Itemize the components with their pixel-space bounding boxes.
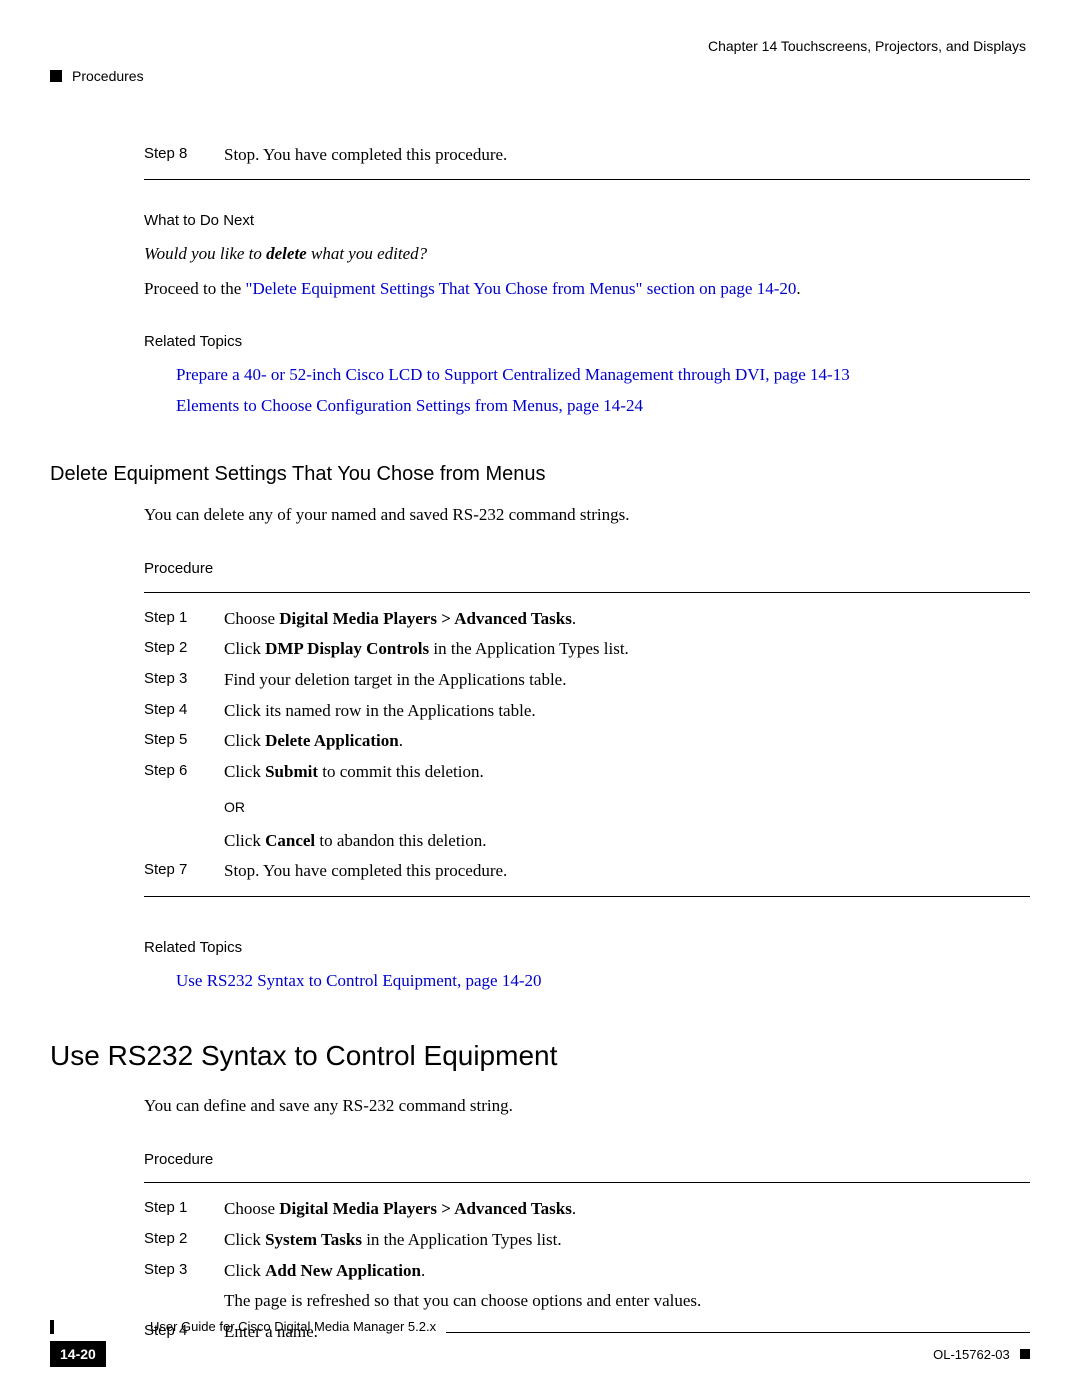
rs232-step-2: Step 2 Click System Tasks in the Applica… [144,1228,1030,1253]
text-bold: System Tasks [265,1230,362,1249]
proceed-link[interactable]: "Delete Equipment Settings That You Chos… [246,279,797,298]
procedure-heading: Procedure [144,1149,1030,1171]
section-delete-intro: You can delete any of your named and sav… [144,503,1030,528]
step-label: Step 7 [144,859,224,881]
separator-rule [144,1182,1030,1183]
text: to abandon this deletion. [315,831,486,850]
step-label: Step 3 [144,668,224,690]
delete-step-1: Step 1 Choose Digital Media Players > Ad… [144,607,1030,632]
separator-rule [144,179,1030,180]
section-running-head: Procedures [72,66,144,86]
step-text: Find your deletion target in the Applica… [224,668,1030,693]
step-label: Step 2 [144,1228,224,1250]
text-bold: DMP Display Controls [265,639,429,658]
step-label: Step 3 [144,1259,224,1281]
text: Would you like to [144,244,266,263]
text: Click [224,639,265,658]
text: . [796,279,800,298]
rs232-step-1: Step 1 Choose Digital Media Players > Ad… [144,1197,1030,1222]
text: . [572,609,576,628]
separator-rule [144,896,1030,897]
step-text: Stop. You have completed this procedure. [224,143,1030,168]
delete-step-6b: Click Cancel to abandon this deletion. [224,829,1030,854]
text-bold: Delete Application [265,731,399,750]
delete-step-5: Step 5 Click Delete Application. [144,729,1030,754]
section-rs232-title: Use RS232 Syntax to Control Equipment [50,1036,1030,1077]
text-bold: Digital Media Players > Advanced Tasks [279,609,572,628]
related-topic-link[interactable]: Use RS232 Syntax to Control Equipment, p… [176,971,541,990]
text: Click [224,762,265,781]
step-text: Stop. You have completed this procedure. [224,859,1030,884]
text: . [421,1261,425,1280]
what-to-do-next-heading: What to Do Next [144,210,1030,232]
text-bold: Submit [265,762,318,781]
related-topics-heading: Related Topics [144,937,1030,959]
step-label: Step 8 [144,143,224,165]
text-bold: Add New Application [265,1261,421,1280]
step-label: Step 1 [144,1197,224,1219]
text: in the Application Types list. [362,1230,562,1249]
footer-end-marker-icon [1020,1349,1030,1359]
procedure-heading: Procedure [144,558,1030,580]
section-delete-title: Delete Equipment Settings That You Chose… [50,460,1030,489]
step-text: Click Delete Application. [224,729,1030,754]
step-label: Step 2 [144,637,224,659]
step-text: Click its named row in the Applications … [224,699,1030,724]
step-text: Choose Digital Media Players > Advanced … [224,607,1030,632]
text: Proceed to the [144,279,246,298]
footer-marker-icon [50,1320,54,1334]
step-label: Step 5 [144,729,224,751]
text-bold: Digital Media Players > Advanced Tasks [279,1199,572,1218]
chapter-running-head: Chapter 14 Touchscreens, Projectors, and… [50,36,1030,56]
text: Click [224,1261,265,1280]
text: Click [224,1230,265,1249]
text: to commit this deletion. [318,762,484,781]
step-text: Click DMP Display Controls in the Applic… [224,637,1030,662]
text: . [399,731,403,750]
related-topics-heading: Related Topics [144,331,1030,353]
step-label: Step 6 [144,760,224,782]
separator-rule [144,592,1030,593]
delete-step-7: Step 7 Stop. You have completed this pro… [144,859,1030,884]
text: what you edited? [307,244,427,263]
header-marker-icon [50,70,62,82]
footer-line [446,1332,1030,1333]
text: Choose [224,1199,279,1218]
related-topic-link[interactable]: Prepare a 40- or 52-inch Cisco LCD to Su… [176,365,850,384]
what-next-question: Would you like to delete what you edited… [144,242,1030,267]
text: . [572,1199,576,1218]
delete-step-2: Step 2 Click DMP Display Controls in the… [144,637,1030,662]
text-bold: Cancel [265,831,315,850]
footer-doc-title: User Guide for Cisco Digital Media Manag… [150,1318,436,1337]
page-number: 14-20 [50,1341,106,1367]
step-text: Click System Tasks in the Application Ty… [224,1228,1030,1253]
text: Click [224,831,265,850]
step-text: Click Add New Application. [224,1259,1030,1284]
or-separator: OR [224,797,1030,817]
proceed-line: Proceed to the "Delete Equipment Setting… [144,277,1030,302]
related-topic-link[interactable]: Elements to Choose Configuration Setting… [176,396,643,415]
step-label: Step 4 [144,699,224,721]
step-label: Step 1 [144,607,224,629]
step-8-row: Step 8 Stop. You have completed this pro… [144,143,1030,168]
delete-step-3: Step 3 Find your deletion target in the … [144,668,1030,693]
section-rs232-intro: You can define and save any RS-232 comma… [144,1094,1030,1119]
step-text: Click Submit to commit this deletion. [224,760,1030,785]
delete-step-4: Step 4 Click its named row in the Applic… [144,699,1030,724]
text: Click [224,731,265,750]
doc-id: OL-15762-03 [933,1347,1010,1362]
text: in the Application Types list. [429,639,629,658]
step-text: Choose Digital Media Players > Advanced … [224,1197,1030,1222]
delete-step-6: Step 6 Click Submit to commit this delet… [144,760,1030,785]
text-bold: delete [266,244,307,263]
rs232-step-3b: The page is refreshed so that you can ch… [224,1289,1030,1314]
rs232-step-3: Step 3 Click Add New Application. [144,1259,1030,1284]
text: Choose [224,609,279,628]
